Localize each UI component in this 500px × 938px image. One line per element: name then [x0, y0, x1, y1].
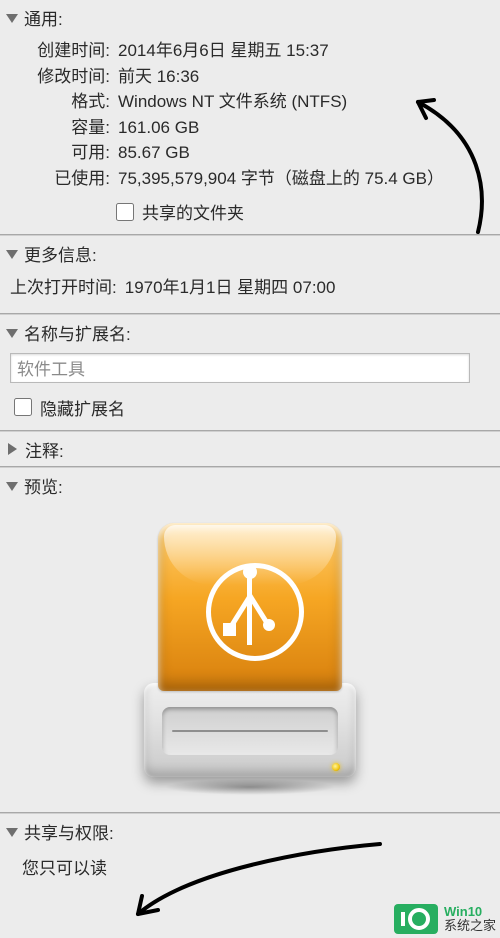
- section-header-preview[interactable]: 预览:: [0, 468, 500, 502]
- disclosure-down-icon: [6, 250, 18, 259]
- section-title: 共享与权限:: [24, 819, 114, 844]
- section-title: 注释:: [25, 437, 64, 462]
- label-shared-folder: 共享的文件夹: [142, 199, 244, 224]
- value-capacity: 161.06 GB: [116, 115, 490, 141]
- value-last-opened: 1970年1月1日 星期四 07:00: [123, 274, 490, 303]
- disclosure-right-icon: [8, 443, 17, 455]
- section-more-info: 更多信息: 上次打开时间: 1970年1月1日 星期四 07:00: [0, 235, 500, 314]
- preview-area: [0, 502, 500, 812]
- label-capacity: 容量:: [10, 115, 116, 141]
- section-general: 通用: 创建时间: 2014年6月6日 星期五 15:37 修改时间: 前天 1…: [0, 0, 500, 235]
- label-modified: 修改时间:: [10, 64, 116, 90]
- label-used: 已使用:: [10, 166, 116, 192]
- value-created: 2014年6月6日 星期五 15:37: [116, 38, 490, 64]
- section-header-comments[interactable]: 注释:: [0, 432, 500, 466]
- disclosure-down-icon: [6, 329, 18, 338]
- disclosure-down-icon: [6, 482, 18, 491]
- label-hide-extension: 隐藏扩展名: [40, 395, 125, 420]
- section-body-name-ext: 隐藏扩展名: [0, 349, 500, 430]
- checkbox-hide-extension[interactable]: [14, 398, 32, 416]
- section-sharing: 共享与权限: 您只可以读: [0, 813, 500, 895]
- label-format: 格式:: [10, 89, 116, 115]
- section-title: 名称与扩展名:: [24, 320, 131, 345]
- section-title: 预览:: [24, 473, 63, 498]
- section-name-ext: 名称与扩展名: 隐藏扩展名: [0, 314, 500, 431]
- watermark-logo-icon: [394, 904, 438, 934]
- section-header-name-ext[interactable]: 名称与扩展名:: [0, 315, 500, 349]
- section-body-general: 创建时间: 2014年6月6日 星期五 15:37 修改时间: 前天 16:36…: [0, 34, 500, 234]
- section-header-more-info[interactable]: 更多信息:: [0, 236, 500, 270]
- section-body-more-info: 上次打开时间: 1970年1月1日 星期四 07:00: [0, 270, 500, 313]
- section-header-sharing[interactable]: 共享与权限:: [0, 814, 500, 848]
- permission-text: 您只可以读: [0, 848, 500, 895]
- value-available: 85.67 GB: [116, 140, 490, 166]
- name-field[interactable]: [10, 353, 470, 383]
- disclosure-down-icon: [6, 828, 18, 837]
- value-modified: 前天 16:36: [116, 64, 490, 90]
- value-used: 75,395,579,904 字节（磁盘上的 75.4 GB）: [116, 166, 490, 192]
- watermark-text: Win10系统之家: [444, 905, 496, 934]
- watermark: Win10系统之家: [394, 904, 496, 934]
- label-created: 创建时间:: [10, 38, 116, 64]
- section-preview: 预览:: [0, 467, 500, 813]
- label-last-opened: 上次打开时间:: [10, 274, 123, 303]
- section-header-general[interactable]: 通用:: [0, 0, 500, 34]
- checkbox-shared-folder[interactable]: [116, 203, 134, 221]
- disclosure-down-icon: [6, 14, 18, 23]
- section-comments: 注释:: [0, 431, 500, 467]
- label-available: 可用:: [10, 140, 116, 166]
- usb-drive-icon: [144, 523, 356, 791]
- section-title: 通用:: [24, 5, 63, 30]
- value-format: Windows NT 文件系统 (NTFS): [116, 89, 490, 115]
- section-title: 更多信息:: [24, 241, 97, 266]
